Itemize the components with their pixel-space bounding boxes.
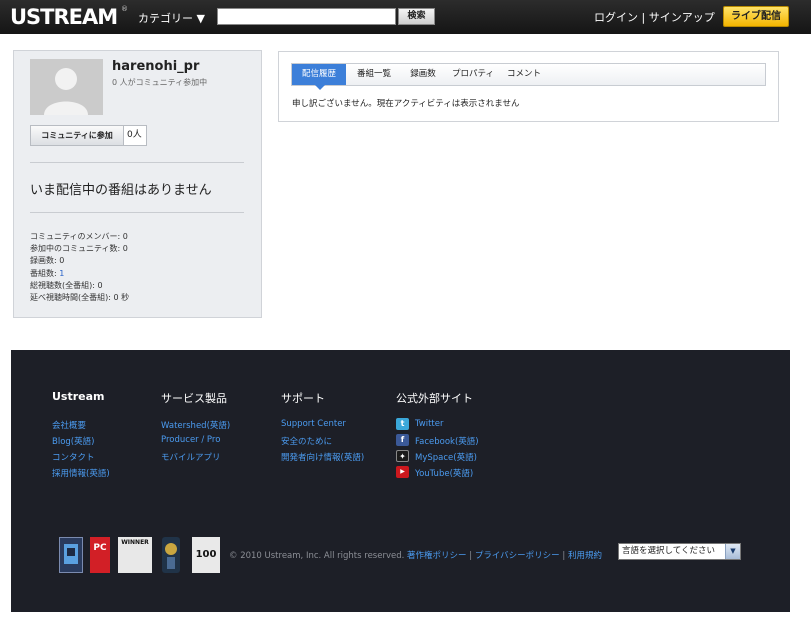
- tab-program-list[interactable]: 番組一覧: [348, 64, 400, 85]
- programs-count-link[interactable]: 1: [59, 269, 64, 278]
- footer-link-support-center[interactable]: Support Center: [281, 419, 346, 429]
- footer-link-facebook[interactable]: Facebook(英語): [415, 435, 479, 447]
- language-select-value: 言語を選択してください: [622, 546, 715, 556]
- pc-magazine-badge: PC: [90, 537, 110, 573]
- profile-panel: harenohi_pr 0 人がコミュニティ参加中 コミュニティに参加 0人 い…: [13, 50, 262, 318]
- ustream-logo[interactable]: USTREAM: [10, 5, 118, 29]
- category-dropdown[interactable]: カテゴリー ▼: [138, 10, 205, 26]
- profile-stats: コミュニティのメンバー: 0 参加中のコミュニティ数: 0 録画数: 0 番組数…: [30, 231, 129, 304]
- join-community-label[interactable]: コミュニティに参加: [31, 126, 124, 145]
- copyright-line: © 2010 Ustream, Inc. All rights reserved…: [229, 551, 602, 561]
- copyright-text: © 2010 Ustream, Inc. All rights reserved…: [229, 551, 405, 561]
- footer-link-myspace[interactable]: MySpace(英語): [415, 451, 477, 463]
- search-input[interactable]: [217, 8, 396, 25]
- avatar[interactable]: [30, 59, 103, 115]
- divider: [30, 212, 244, 213]
- footer-link-watershed[interactable]: Watershed(英語): [161, 419, 230, 431]
- tab-properties[interactable]: プロパティ: [446, 64, 500, 85]
- footer-heading-ustream: Ustream: [52, 390, 105, 403]
- legal-link-copyright-policy[interactable]: 著作権ポリシー: [407, 551, 467, 561]
- search-button[interactable]: 検索: [398, 8, 435, 25]
- award-badge-1: [59, 537, 83, 573]
- activity-message: 申し訳ございません。現在アクティビティは表示されません: [292, 99, 520, 109]
- footer-heading-support: サポート: [281, 392, 325, 405]
- stat-total-view-time: 延べ視聴時間(全番組): 0 秒: [30, 293, 130, 303]
- join-community-button[interactable]: コミュニティに参加 0人: [30, 125, 147, 146]
- stat-total-views: 総視聴数(全番組): 0: [30, 280, 103, 290]
- top-navigation-bar: USTREAM ® カテゴリー ▼ 検索 ログイン | サインアップ ライブ配信: [0, 0, 811, 34]
- registered-mark: ®: [121, 5, 128, 13]
- stat-recordings: 録画数: 0: [30, 256, 65, 266]
- stat-programs: 番組数: 1: [30, 268, 65, 278]
- webby-winner-badge: WINNER: [118, 537, 152, 573]
- chevron-down-icon[interactable]: ▼: [725, 544, 740, 559]
- stat-community-members: コミュニティのメンバー: 0: [30, 232, 128, 241]
- facebook-icon: f: [396, 434, 409, 446]
- footer-link-developers[interactable]: 開発者向け情報(英語): [281, 451, 364, 463]
- active-tab-indicator: [315, 85, 325, 90]
- login-signup-link[interactable]: ログイン | サインアップ: [594, 9, 715, 25]
- tab-recordings[interactable]: 録画数: [402, 64, 444, 85]
- footer-link-youtube[interactable]: YouTube(英語): [415, 467, 473, 479]
- footer-link-blog[interactable]: Blog(英語): [52, 435, 94, 447]
- live-broadcast-button[interactable]: ライブ配信: [723, 6, 789, 27]
- youtube-icon: ▶: [396, 466, 409, 478]
- join-count: 0人: [127, 130, 142, 140]
- myspace-icon: ✦: [396, 450, 409, 462]
- footer-link-careers[interactable]: 採用情報(英語): [52, 467, 110, 479]
- tab-comments[interactable]: コメント: [502, 64, 546, 85]
- username: harenohi_pr: [112, 59, 200, 74]
- community-member-count: 0 人がコミュニティ参加中: [112, 78, 208, 87]
- award-badge-4: [162, 537, 180, 573]
- activity-tabs: 配信履歴 番組一覧 録画数 プロパティ コメント: [291, 63, 766, 90]
- footer-link-safety[interactable]: 安全のために: [281, 435, 332, 447]
- stat-joined-communities: 参加中のコミュニティ数: 0: [30, 244, 128, 254]
- footer: Ustream 会社概要 Blog(英語) コンタクト 採用情報(英語) サービ…: [11, 350, 790, 612]
- footer-heading-services: サービス製品: [161, 392, 227, 405]
- divider: [30, 162, 244, 163]
- footer-heading-external-sites: 公式外部サイト: [396, 392, 473, 405]
- footer-link-twitter[interactable]: Twitter: [415, 419, 444, 429]
- legal-link-terms[interactable]: 利用規約: [568, 551, 602, 561]
- activity-panel: 配信履歴 番組一覧 録画数 プロパティ コメント 申し訳ございません。現在アクテ…: [278, 51, 779, 122]
- no-live-program-text: いま配信中の番組はありません: [30, 183, 212, 198]
- footer-link-company[interactable]: 会社概要: [52, 419, 86, 431]
- tab-broadcast-history[interactable]: 配信履歴: [292, 64, 346, 85]
- footer-link-producer[interactable]: Producer / Pro: [161, 435, 220, 445]
- award-badges: PC WINNER 100: [59, 537, 224, 573]
- twitter-icon: t: [396, 418, 409, 430]
- footer-link-contact[interactable]: コンタクト: [52, 451, 95, 463]
- award-badge-5: 100: [192, 537, 220, 573]
- footer-link-mobile-app[interactable]: モバイルアプリ: [161, 451, 221, 463]
- legal-link-privacy-policy[interactable]: プライバシーポリシー: [475, 551, 560, 561]
- language-select[interactable]: 言語を選択してください ▼: [618, 543, 741, 560]
